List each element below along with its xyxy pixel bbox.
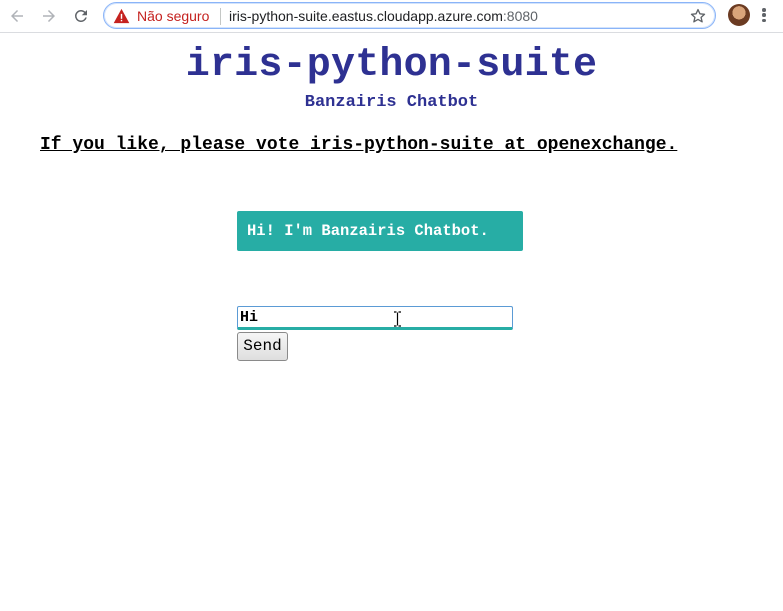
security-label[interactable]: Não seguro: [137, 7, 209, 25]
forward-arrow-icon: [43, 10, 55, 22]
omnibox-divider: [220, 8, 221, 25]
text-cursor-icon: [394, 311, 401, 327]
url-port: :8080: [502, 8, 538, 24]
bot-message: Hi! I'm Banzairis Chatbot.: [237, 211, 523, 251]
vote-link[interactable]: If you like, please vote iris-python-sui…: [40, 133, 677, 157]
browser-toolbar: Não seguro iris-python-suite.eastus.clou…: [0, 0, 783, 33]
page-subtitle: Banzairis Chatbot: [304, 93, 479, 112]
chat-input[interactable]: [237, 306, 513, 330]
avatar[interactable]: [728, 4, 750, 26]
back-arrow-icon: [11, 10, 23, 22]
star-icon[interactable]: [689, 7, 707, 25]
reload-button[interactable]: [68, 3, 94, 29]
warning-icon: [113, 8, 130, 24]
back-button[interactable]: [4, 3, 30, 29]
kebab-menu-icon[interactable]: [760, 6, 768, 24]
page-title: iris-python-suite: [185, 43, 598, 88]
reload-icon: [74, 9, 87, 22]
forward-button[interactable]: [36, 3, 62, 29]
url-text[interactable]: iris-python-suite.eastus.cloudapp.azure.…: [229, 7, 538, 25]
send-button[interactable]: Send: [237, 332, 288, 361]
address-bar[interactable]: Não seguro iris-python-suite.eastus.clou…: [103, 2, 716, 29]
url-host: iris-python-suite.eastus.cloudapp.azure.…: [229, 8, 503, 24]
